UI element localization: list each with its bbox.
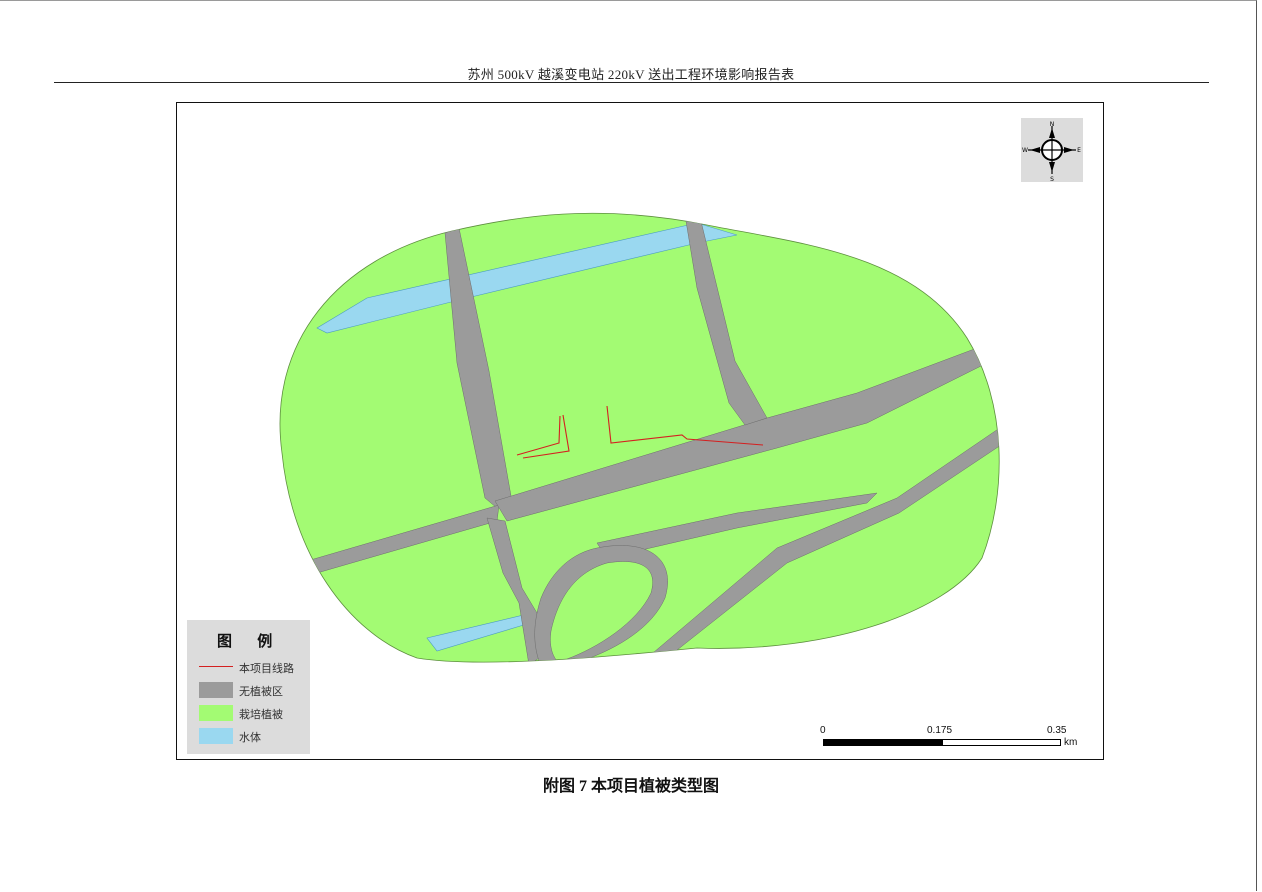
legend-label: 无植被区 <box>239 685 283 698</box>
figure-caption: 附图 7 本项目植被类型图 <box>542 778 719 795</box>
route-line-swatch <box>199 666 233 667</box>
legend-item-water: 水体 <box>199 728 309 744</box>
scale-bar: 0 0.175 0.35 km <box>817 725 1087 755</box>
compass-north: N <box>1050 121 1055 128</box>
scale-unit: km <box>1064 737 1078 748</box>
legend-title: 图 例 <box>217 632 283 650</box>
legend-label: 本项目线路 <box>239 662 294 675</box>
map-frame: N S E W 图 例 本项目线路 无植被区 栽培植被 水体 0 0.175 0… <box>176 102 1104 760</box>
scale-segment-white <box>942 739 1061 746</box>
compass-west: W <box>1022 147 1028 154</box>
document-header: 苏州 500kV 越溪变电站 220kV 送出工程环境影响报告表 <box>467 67 795 82</box>
vegetation-map <box>279 212 1000 663</box>
cultivated-swatch <box>199 705 233 721</box>
compass-south: S <box>1050 176 1054 182</box>
scale-segment-black <box>823 739 944 746</box>
compass-icon: N S E W <box>1022 121 1081 183</box>
legend-item-no-vegetation: 无植被区 <box>199 682 309 698</box>
water-swatch <box>199 728 233 744</box>
scale-tick-1: 0.175 <box>927 725 953 736</box>
header-rule <box>54 82 1209 83</box>
cultivated-vegetation-area <box>279 212 1000 663</box>
legend-item-route: 本项目线路 <box>199 659 309 675</box>
legend-label: 栽培植被 <box>239 708 283 721</box>
scale-tick-0: 0 <box>820 725 826 736</box>
legend-label: 水体 <box>239 731 261 744</box>
legend-item-cultivated: 栽培植被 <box>199 705 309 721</box>
scale-tick-2: 0.35 <box>1047 725 1067 736</box>
north-arrow: N S E W <box>1021 118 1083 183</box>
map-legend: 图 例 本项目线路 无植被区 栽培植被 水体 <box>187 620 310 754</box>
no-vegetation-swatch <box>199 682 233 698</box>
compass-east: E <box>1077 147 1081 154</box>
